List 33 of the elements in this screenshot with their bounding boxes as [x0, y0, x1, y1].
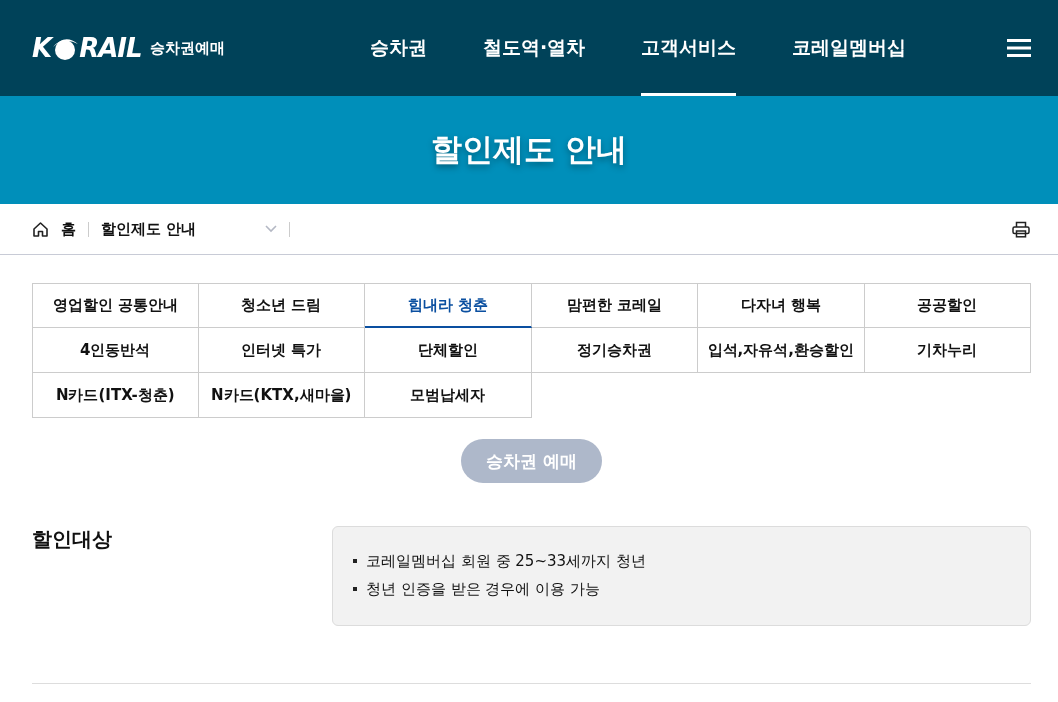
tab[interactable]: 기차누리 [864, 328, 1031, 373]
tab[interactable]: 단체할인 [365, 328, 532, 373]
list-item-text: 코레일멤버십 회원 중 25~33세까지 청년 [366, 551, 646, 571]
print-icon[interactable] [1012, 220, 1030, 238]
logo-subtitle: 승차권예매 [149, 38, 225, 58]
logo-text[interactable]: K [32, 35, 52, 61]
tab[interactable]: 공공할인 [864, 283, 1031, 328]
logo-text[interactable]: RAIL [79, 35, 142, 61]
tab[interactable]: 힘내라 청춘 [365, 283, 532, 328]
page-title: 할인제도 안내 [430, 130, 628, 169]
tab[interactable]: 모범납세자 [365, 373, 532, 418]
tab[interactable]: N카드(KTX,새마을) [198, 373, 365, 418]
list-item-text: 청년 인증을 받은 경우에 이용 가능 [366, 579, 600, 599]
tab[interactable]: 정기승차권 [531, 328, 698, 373]
nav-link[interactable]: 코레일멤버십 [792, 0, 907, 96]
tab[interactable]: 4인동반석 [32, 328, 199, 373]
bullet-icon [353, 559, 357, 563]
home-icon[interactable] [32, 220, 49, 238]
breadcrumb-dropdown[interactable]: 할인제도 안내 [101, 219, 277, 239]
tab[interactable]: 다자녀 행복 [698, 283, 865, 328]
nav-link[interactable]: 승차권 [370, 0, 427, 96]
section-heading: 할인대상 [32, 526, 113, 553]
nav-link[interactable]: 철도역·열차 [483, 0, 586, 96]
menu-icon[interactable] [1007, 39, 1031, 57]
bullet-icon [353, 587, 357, 591]
tab[interactable]: 입석,자유석,환승할인 [698, 328, 865, 373]
breadcrumb-home[interactable]: 홈 [61, 219, 76, 239]
tab[interactable]: 영업할인 공통안내 [32, 283, 199, 328]
tab[interactable]: 맘편한 코레일 [531, 283, 698, 328]
chevron-icon [265, 225, 277, 233]
tab[interactable]: N카드(ITX-청춘) [32, 373, 199, 418]
tab[interactable]: 청소년 드림 [198, 283, 365, 328]
tab[interactable]: 인터넷 특가 [198, 328, 365, 373]
